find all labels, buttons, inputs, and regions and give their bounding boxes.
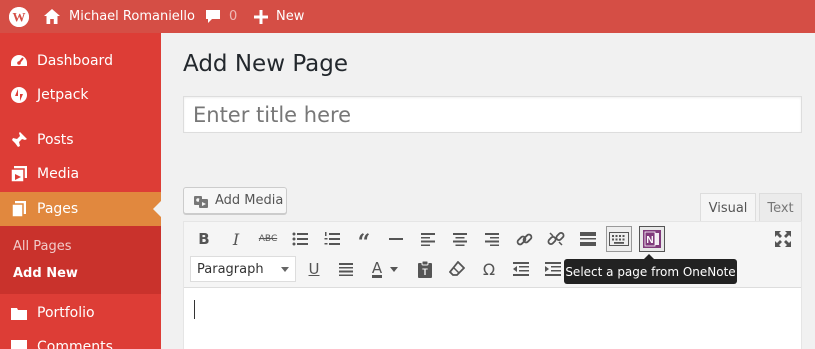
comments-icon	[1, 339, 37, 349]
sidebar-item-label: Comments	[37, 339, 113, 349]
comment-bubble-icon	[206, 10, 220, 23]
remove-link-icon[interactable]	[543, 226, 569, 252]
submenu-all-pages[interactable]: All Pages	[13, 239, 72, 254]
site-name-link[interactable]: Michael Romaniello	[44, 0, 195, 33]
chevron-down-icon	[281, 267, 289, 272]
fullscreen-icon[interactable]	[770, 226, 796, 252]
onenote-tooltip: Select a page from OneNote	[564, 254, 737, 284]
pin-icon	[1, 131, 37, 149]
svg-text:N: N	[646, 235, 653, 246]
special-character-icon[interactable]: Ω	[476, 256, 502, 282]
portfolio-icon	[1, 305, 37, 321]
wordpress-logo-icon: W	[8, 6, 29, 27]
align-right-icon[interactable]	[479, 226, 505, 252]
sidebar-item-label: Jetpack	[37, 87, 89, 103]
text-color-icon[interactable]: A	[365, 256, 405, 282]
horizontal-line-icon[interactable]	[383, 226, 409, 252]
jetpack-icon	[1, 86, 37, 104]
submenu-add-new[interactable]: Add New	[13, 266, 78, 281]
underline-icon[interactable]: U	[301, 256, 327, 282]
paste-text-icon[interactable]: T	[412, 256, 438, 282]
add-media-button[interactable]: Add Media	[183, 187, 287, 214]
align-center-icon[interactable]	[447, 226, 473, 252]
add-media-label: Add Media	[215, 193, 284, 208]
svg-text:T: T	[422, 267, 428, 277]
insert-link-icon[interactable]	[511, 226, 537, 252]
wordpress-logo-button[interactable]: W	[0, 0, 37, 33]
numbered-list-icon[interactable]	[319, 226, 345, 252]
editor-content-area[interactable]	[184, 289, 801, 349]
add-media-icon	[194, 195, 208, 208]
admin-bar: W Michael Romaniello 0 New	[0, 0, 815, 33]
sidebar-item-label: Posts	[37, 132, 74, 148]
sidebar-item-comments[interactable]: Comments	[0, 330, 161, 349]
format-select-value: Paragraph	[197, 261, 264, 277]
sidebar-item-dashboard[interactable]: Dashboard	[0, 44, 161, 78]
sidebar-item-pages[interactable]: Pages	[0, 192, 161, 226]
align-left-icon[interactable]	[415, 226, 441, 252]
bullet-list-icon[interactable]	[287, 226, 313, 252]
tab-text[interactable]: Text	[759, 193, 802, 222]
new-content-label: New	[276, 9, 305, 24]
sidebar-item-label: Dashboard	[37, 53, 113, 69]
outdent-icon[interactable]	[508, 256, 534, 282]
sidebar-item-jetpack[interactable]: Jetpack	[0, 78, 161, 112]
home-icon	[44, 9, 60, 24]
text-cursor	[194, 300, 195, 319]
page-title: Add New Page	[183, 51, 348, 77]
sidebar-item-portfolio[interactable]: Portfolio	[0, 296, 161, 330]
svg-text:W: W	[12, 9, 25, 24]
justify-icon[interactable]	[333, 256, 359, 282]
comments-link[interactable]: 0	[205, 0, 237, 33]
sidebar-item-label: Media	[37, 166, 80, 182]
read-more-icon[interactable]	[575, 226, 601, 252]
media-icon	[1, 165, 37, 183]
indent-icon[interactable]	[540, 256, 566, 282]
title-placeholder: Enter title here	[193, 102, 352, 127]
blockquote-icon[interactable]: “	[351, 226, 377, 254]
sidebar-item-label: Portfolio	[37, 305, 95, 321]
sidebar-item-media[interactable]: Media	[0, 157, 161, 191]
clear-formatting-icon[interactable]	[444, 256, 470, 282]
editor: B I ABC “ N Paragraph U A T Ω	[183, 221, 802, 349]
bold-icon[interactable]: B	[191, 226, 217, 252]
site-name-label: Michael Romaniello	[69, 9, 195, 24]
tab-visual[interactable]: Visual	[700, 193, 756, 222]
format-select[interactable]: Paragraph	[190, 256, 296, 282]
plus-icon	[254, 9, 268, 24]
new-content-link[interactable]: New	[254, 0, 304, 33]
strikethrough-icon[interactable]: ABC	[255, 226, 281, 252]
title-input[interactable]: Enter title here	[183, 96, 802, 133]
italic-icon[interactable]: I	[223, 226, 249, 252]
pages-submenu-items: All Pages Add New	[0, 226, 161, 294]
sidebar-item-label: Pages	[37, 201, 79, 217]
admin-sidebar: Dashboard Jetpack Posts Media Pages Port…	[0, 33, 161, 349]
comments-count: 0	[229, 9, 238, 24]
onenote-icon[interactable]: N	[639, 226, 665, 252]
toolbar-toggle-icon[interactable]	[606, 226, 632, 252]
dashboard-icon	[1, 53, 37, 69]
pages-icon	[1, 200, 37, 218]
sidebar-item-posts[interactable]: Posts	[0, 123, 161, 157]
